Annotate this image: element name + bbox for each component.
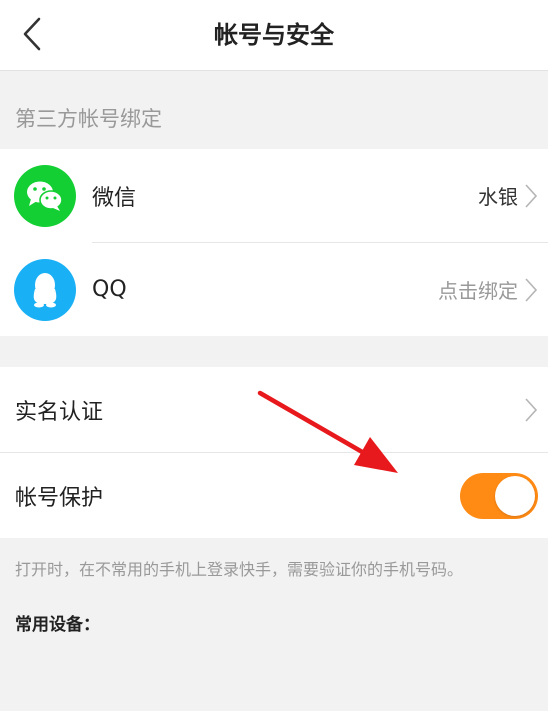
wechat-binding-row[interactable]: 微信 水银 (0, 149, 548, 242)
qq-right: 点击绑定 (438, 243, 538, 336)
account-protection-row: 帐号保护 (0, 453, 548, 538)
page-title: 帐号与安全 (214, 21, 334, 49)
chevron-right-icon (525, 397, 538, 422)
security-group: 实名认证 帐号保护 (0, 367, 548, 538)
realname-label: 实名认证 (15, 399, 104, 425)
realname-right (524, 367, 538, 452)
realname-verification-row[interactable]: 实名认证 (0, 367, 548, 452)
qq-binding-row[interactable]: QQ 点击绑定 (0, 243, 548, 336)
account-protection-toggle[interactable] (460, 473, 538, 519)
devices-title: 常用设备： (15, 615, 100, 635)
protection-label: 帐号保护 (15, 485, 104, 511)
protection-hint: 打开时，在不常用的手机上登录快手，需要验证你的手机号码。 (15, 560, 464, 579)
qq-icon (14, 258, 76, 321)
nav-bar: 帐号与安全 (0, 0, 548, 71)
third-party-group: 微信 水银 QQ 点击绑定 (0, 149, 548, 336)
wechat-label: 微信 (92, 185, 137, 211)
wechat-icon (14, 164, 76, 227)
wechat-bound-name: 水银 (478, 185, 518, 209)
section-header-third-party: 第三方帐号绑定 (15, 107, 162, 131)
qq-label: QQ (92, 277, 127, 302)
wechat-right: 水银 (478, 149, 538, 242)
qq-bind-action: 点击绑定 (438, 279, 518, 303)
toggle-knob (495, 476, 535, 516)
chevron-right-icon (525, 183, 538, 208)
chevron-right-icon (525, 277, 538, 302)
